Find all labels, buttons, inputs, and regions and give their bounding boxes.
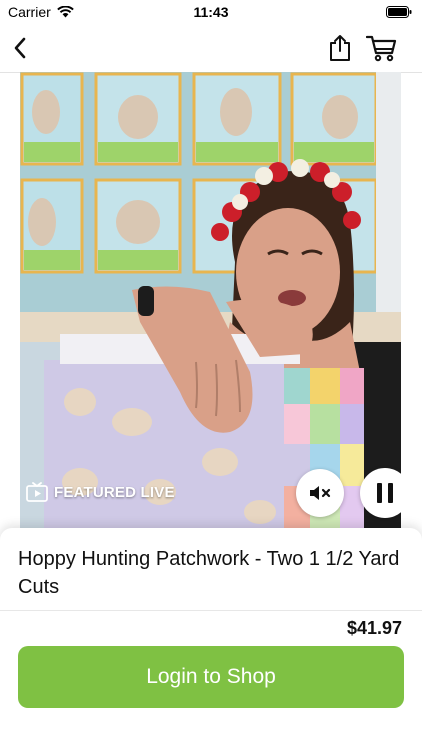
share-icon [330, 35, 350, 61]
mute-button[interactable] [296, 469, 344, 517]
tv-play-icon [26, 482, 48, 502]
share-button[interactable] [324, 32, 356, 64]
featured-live-label: FEATURED LIVE [54, 483, 175, 501]
status-time: 11:43 [193, 4, 229, 20]
product-sheet: Hoppy Hunting Patchwork - Two 1 1/2 Yard… [0, 528, 422, 750]
cart-icon [366, 35, 397, 62]
featured-live-badge: FEATURED LIVE [26, 482, 175, 502]
chevron-left-icon [14, 37, 26, 59]
divider [0, 610, 422, 611]
speaker-mute-icon [310, 486, 331, 500]
live-video-player[interactable]: FEATURED LIVE [20, 72, 401, 528]
nav-bar [0, 24, 422, 73]
login-to-shop-button[interactable]: Login to Shop [18, 646, 404, 708]
status-bar: Carrier 11:43 [0, 0, 422, 24]
pause-icon [377, 483, 393, 503]
product-price: $41.97 [346, 618, 402, 638]
battery-icon [386, 6, 412, 18]
product-title: Hoppy Hunting Patchwork - Two 1 1/2 Yard… [18, 548, 400, 598]
back-button[interactable] [4, 32, 36, 64]
video-frame [20, 72, 401, 528]
cart-button[interactable] [366, 32, 398, 64]
